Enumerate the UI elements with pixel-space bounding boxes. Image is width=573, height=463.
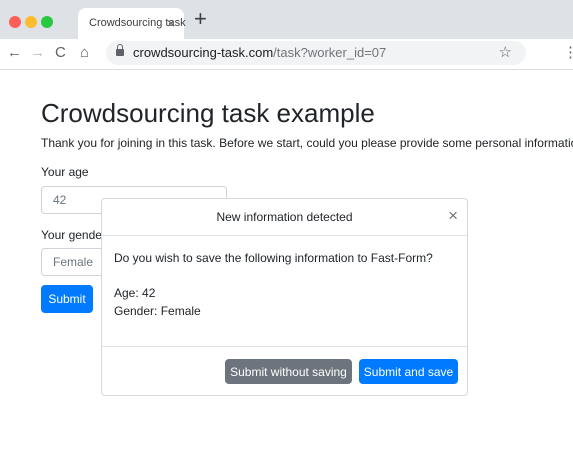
url-path: /task?worker_id=07 <box>273 45 387 60</box>
detected-age: Age: 42 <box>114 286 156 300</box>
forward-arrow-icon[interactable]: → <box>30 43 45 63</box>
browser-tab[interactable]: Crowdsourcing task × <box>78 8 186 39</box>
home-icon[interactable]: ⌂ <box>80 43 89 63</box>
maximize-window-icon[interactable] <box>41 16 53 28</box>
dialog-title: New information detected <box>216 210 353 224</box>
browser-toolbar: ← → C ⌂ crowdsourcing-task.com/task?work… <box>0 39 573 70</box>
close-icon[interactable]: × <box>448 206 458 226</box>
gender-label: Your gender <box>41 228 106 242</box>
tab-close-icon[interactable]: × <box>167 14 175 32</box>
new-tab-icon[interactable]: + <box>194 8 207 30</box>
url-text: crowdsourcing-task.com/task?worker_id=07 <box>133 45 386 60</box>
url-host: crowdsourcing-task.com <box>133 45 274 60</box>
back-arrow-icon[interactable]: ← <box>7 43 22 63</box>
submit-and-save-button[interactable]: Submit and save <box>359 359 458 384</box>
submit-button[interactable]: Submit <box>41 285 93 313</box>
submit-without-saving-button[interactable]: Submit without saving <box>225 359 352 384</box>
address-bar[interactable]: crowdsourcing-task.com/task?worker_id=07… <box>106 41 526 65</box>
intro-text: Thank you for joining in this task. Befo… <box>41 136 573 150</box>
dialog-footer: Submit without saving Submit and save <box>102 346 467 396</box>
browser-tab-bar: Crowdsourcing task × + <box>0 0 573 39</box>
dialog-header: New information detected × <box>102 199 467 236</box>
save-info-dialog: New information detected × Do you wish t… <box>101 198 468 396</box>
dialog-question: Do you wish to save the following inform… <box>114 251 433 265</box>
lock-icon <box>116 44 124 56</box>
minimize-window-icon[interactable] <box>25 16 37 28</box>
reload-icon[interactable]: C <box>55 43 66 63</box>
detected-gender: Gender: Female <box>114 304 201 318</box>
bookmark-star-icon[interactable]: ☆ <box>499 43 512 61</box>
page-title: Crowdsourcing task example <box>41 98 375 128</box>
close-window-icon[interactable] <box>9 16 21 28</box>
browser-menu-icon[interactable]: ⋮ <box>563 44 573 62</box>
age-label: Your age <box>41 165 89 179</box>
